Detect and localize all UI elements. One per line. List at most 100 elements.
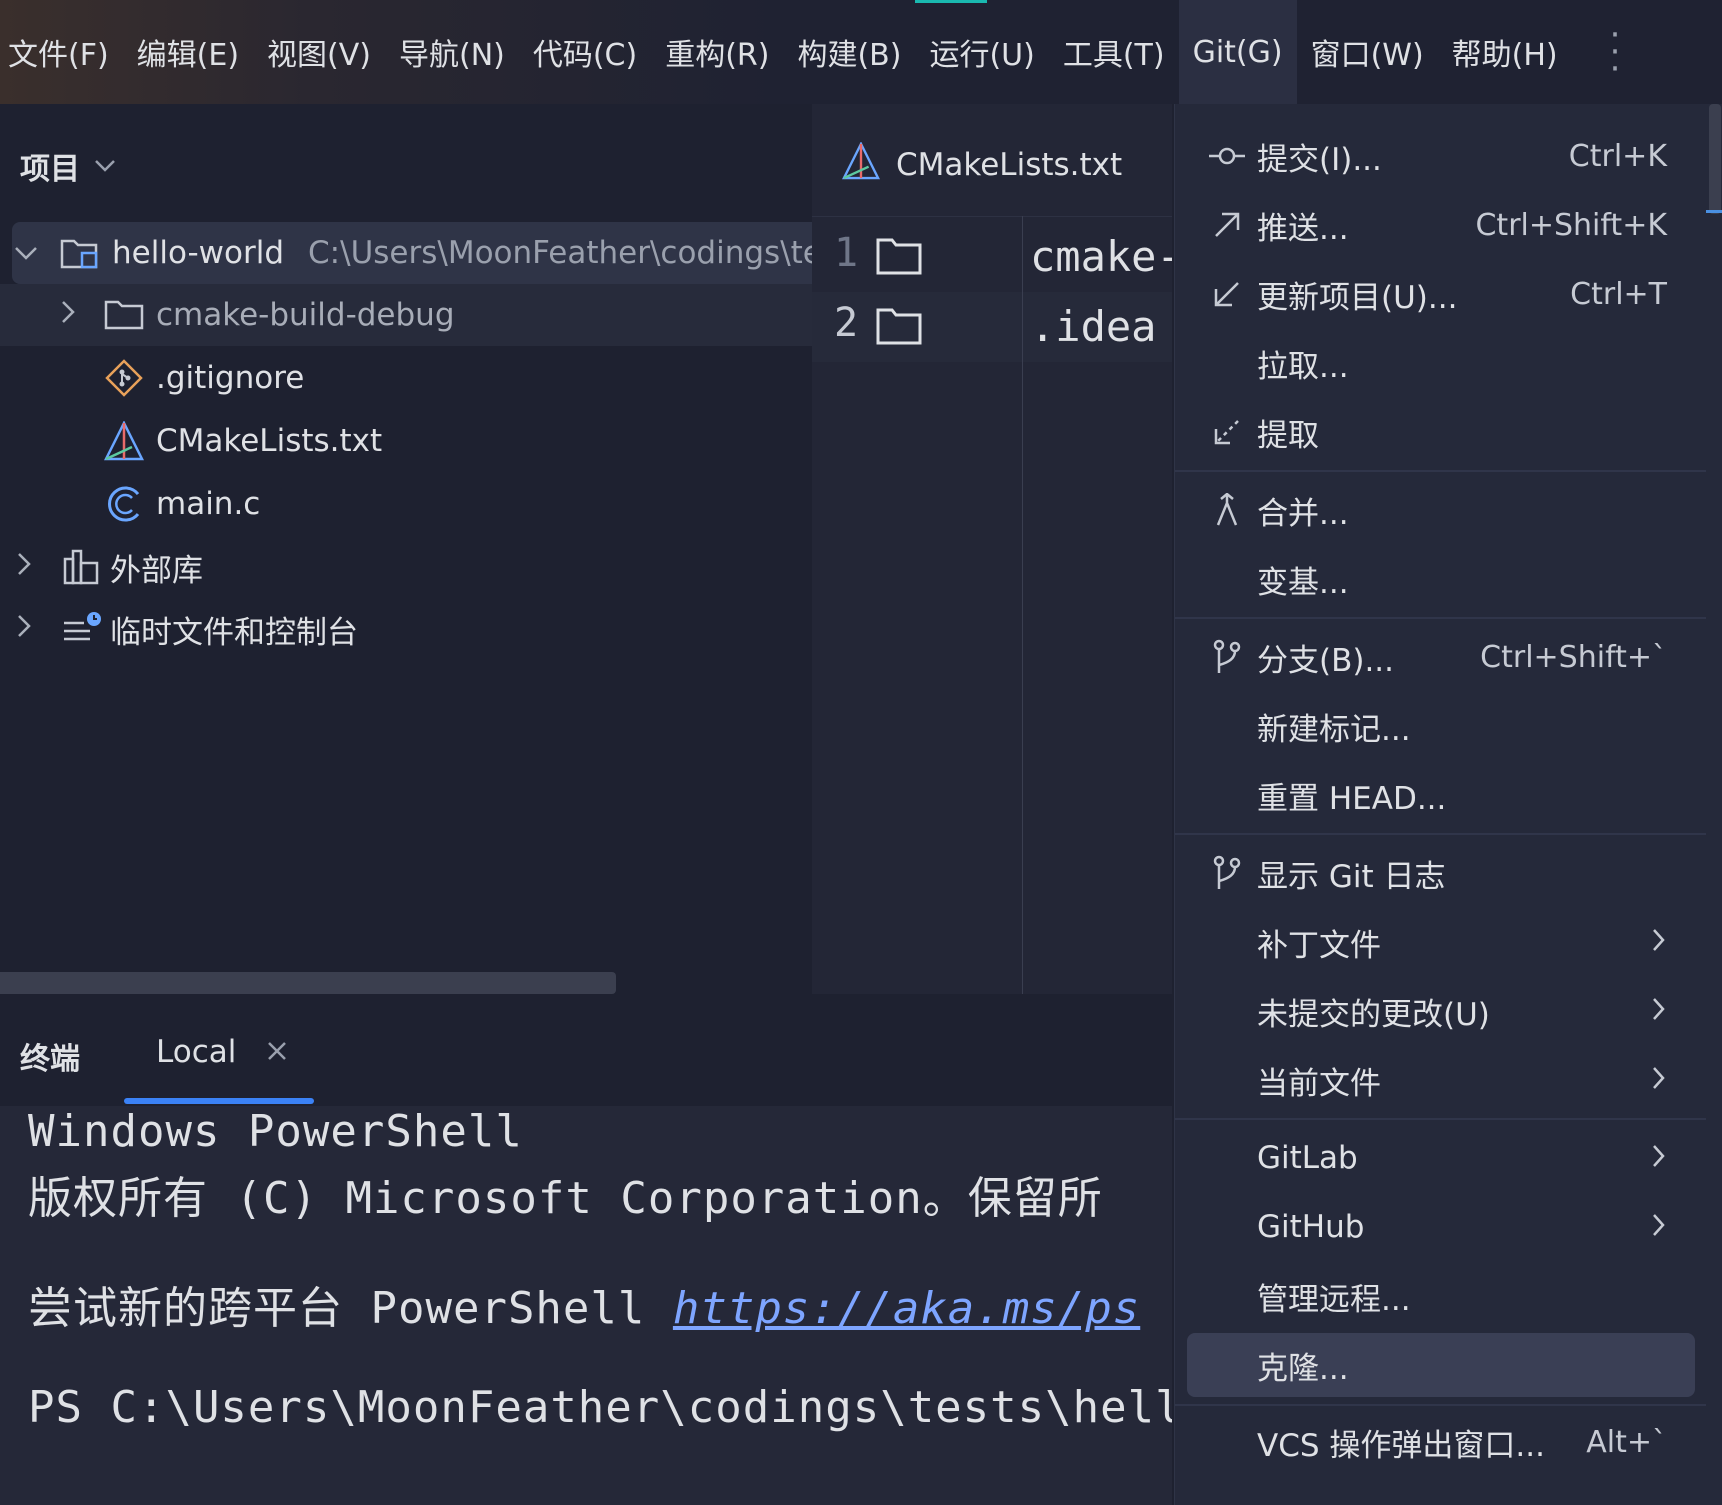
git-menu-show-log[interactable]: 显示 Git 日志 — [1175, 841, 1707, 905]
shortcut-label: Ctrl+T — [1570, 276, 1667, 312]
git-menu-github[interactable]: GitHub — [1175, 1195, 1707, 1259]
tree-item-cmakelists[interactable]: CMakeLists.txt — [0, 410, 812, 472]
chevron-right-icon — [1651, 925, 1665, 960]
git-log-icon — [1207, 853, 1247, 893]
update-icon — [1207, 274, 1247, 314]
git-menu-push[interactable]: 推送... Ctrl+Shift+K — [1175, 193, 1707, 257]
close-icon[interactable] — [266, 1035, 288, 1070]
git-menu-pull[interactable]: 拉取... — [1175, 331, 1707, 395]
terminal-line: 版权所有 (C) Microsoft Corporation。保留所 — [28, 1173, 1103, 1224]
vertical-scrollbar[interactable] — [1706, 104, 1722, 1505]
git-menu-merge[interactable]: 合并... — [1175, 478, 1707, 542]
tree-item-cmake-build-debug[interactable]: cmake-build-debug — [0, 284, 812, 346]
menu-separator — [1175, 470, 1707, 472]
git-menu-branches[interactable]: 分支(B)... Ctrl+Shift+` — [1175, 625, 1707, 689]
menu-view[interactable]: 视图(V) — [253, 0, 385, 104]
git-menu-commit[interactable]: 提交(I)... Ctrl+K — [1175, 124, 1707, 188]
menu-tools[interactable]: 工具(T) — [1049, 0, 1179, 104]
git-menu-manage-remotes[interactable]: 管理远程... — [1175, 1264, 1707, 1328]
terminal-panel: 终端 Local Windows PowerShell 版权所有 (C) Mic… — [0, 994, 1172, 1505]
tree-item-label: main.c — [156, 486, 261, 522]
git-menu-uncommitted-changes[interactable]: 未提交的更改(U) — [1175, 979, 1707, 1043]
git-menu-gitlab[interactable]: GitLab — [1175, 1126, 1707, 1190]
menu-build[interactable]: 构建(B) — [783, 0, 915, 104]
merge-icon — [1207, 490, 1247, 530]
menu-navigate[interactable]: 导航(N) — [385, 0, 519, 104]
folder-icon — [876, 236, 922, 280]
cmake-icon — [104, 421, 144, 461]
c-file-icon — [104, 484, 144, 524]
editor-panel: CMakeLists.txt 1 cmake- 2 .idea — [812, 104, 1172, 994]
menu-help[interactable]: 帮助(H) — [1438, 0, 1572, 104]
chevron-right-icon — [1651, 994, 1665, 1029]
terminal-link[interactable]: https://aka.ms/ps — [673, 1283, 1140, 1334]
chevron-down-icon[interactable] — [14, 239, 38, 267]
git-menu-vcs-popup[interactable]: VCS 操作弹出窗口... Alt+` — [1175, 1410, 1707, 1474]
menu-file[interactable]: 文件(F) — [0, 0, 123, 104]
tree-item-gitignore[interactable]: .gitignore — [0, 347, 812, 409]
chevron-right-icon[interactable] — [60, 300, 76, 330]
menu-edit[interactable]: 编辑(E) — [123, 0, 253, 104]
tree-item-hello-world[interactable]: hello-world C:\Users\MoonFeather\codings\… — [12, 222, 812, 284]
more-vertical-icon[interactable]: · · · — [1610, 18, 1621, 86]
terminal-tab-label: Local — [156, 1034, 237, 1070]
menu-refactor[interactable]: 重构(R) — [651, 0, 783, 104]
menu-separator — [1175, 1404, 1707, 1406]
menu-separator — [1175, 617, 1707, 619]
git-menu-clone[interactable]: 克隆... — [1187, 1333, 1695, 1397]
tree-item-main-c[interactable]: main.c — [0, 473, 812, 535]
folder-icon — [104, 295, 144, 335]
shortcut-label: Ctrl+Shift+K — [1475, 207, 1667, 243]
fetch-icon — [1207, 412, 1247, 452]
git-menu-update-project[interactable]: 更新项目(U)... Ctrl+T — [1175, 262, 1707, 326]
menu-code[interactable]: 代码(C) — [519, 0, 651, 104]
terminal-title: 终端 — [20, 1042, 80, 1077]
git-menu-rebase[interactable]: 变基... — [1175, 547, 1707, 611]
chevron-down-icon[interactable] — [94, 154, 116, 179]
chevron-right-icon[interactable] — [16, 552, 32, 582]
editor-tab-label: CMakeLists.txt — [896, 147, 1123, 183]
tree-item-label: CMakeLists.txt — [156, 423, 383, 459]
horizontal-scrollbar[interactable] — [0, 972, 616, 994]
code-text: .idea — [1030, 302, 1157, 351]
menu-separator — [1175, 1118, 1707, 1120]
tree-item-label: 临时文件和控制台 — [110, 614, 358, 651]
editor-line[interactable]: 1 cmake- — [812, 222, 1172, 292]
terminal-tab-bar: 终端 Local — [0, 994, 1172, 1106]
menu-git[interactable]: Git(G) — [1178, 0, 1297, 104]
terminal-line: Windows PowerShell — [28, 1106, 523, 1157]
line-number: 1 — [834, 230, 859, 276]
line-number: 2 — [834, 300, 859, 346]
menu-window[interactable]: 窗口(W) — [1297, 0, 1438, 104]
shortcut-label: Alt+` — [1586, 1424, 1667, 1460]
branch-icon — [1207, 637, 1247, 677]
terminal-output[interactable]: Windows PowerShell 版权所有 (C) Microsoft Co… — [0, 1106, 1172, 1505]
menu-run[interactable]: 运行(U) — [915, 0, 1048, 104]
tree-item-scratches[interactable]: 临时文件和控制台 — [0, 598, 812, 660]
project-panel-header[interactable]: 项目 — [20, 144, 116, 188]
code-text: cmake- — [1030, 232, 1172, 281]
git-menu-reset-head[interactable]: 重置 HEAD... — [1175, 763, 1707, 827]
chevron-right-icon — [1651, 1141, 1665, 1176]
git-menu-new-tag[interactable]: 新建标记... — [1175, 694, 1707, 758]
git-menu-patch[interactable]: 补丁文件 — [1175, 910, 1707, 974]
project-path: C:\Users\MoonFeather\codings\te — [308, 235, 812, 271]
editor-tab-cmakelists[interactable]: CMakeLists.txt — [841, 141, 1123, 188]
editor-tab-bar: CMakeLists.txt — [812, 104, 1172, 217]
git-menu-fetch[interactable]: 提取 — [1175, 400, 1707, 464]
tree-item-external-libraries[interactable]: 外部库 — [0, 536, 812, 598]
chevron-right-icon[interactable] — [16, 614, 32, 644]
menu-bar: 文件(F) 编辑(E) 视图(V) 导航(N) 代码(C) 重构(R) 构建(B… — [0, 0, 1722, 104]
terminal-tab-local[interactable]: Local — [156, 1034, 288, 1070]
project-panel: 项目 hello-world C:\Users\MoonFeather\codin… — [0, 104, 812, 994]
shortcut-label: Ctrl+Shift+` — [1480, 639, 1667, 675]
gutter-divider — [1022, 216, 1023, 994]
git-menu-current-file[interactable]: 当前文件 — [1175, 1048, 1707, 1112]
project-folder-icon — [60, 233, 100, 273]
editor-line[interactable]: 2 .idea — [812, 292, 1172, 362]
scratch-icon — [62, 609, 102, 649]
scrollbar-thumb[interactable] — [1709, 104, 1721, 214]
cmake-icon — [841, 141, 881, 188]
terminal-text: 尝试新的跨平台 PowerShell — [28, 1283, 673, 1334]
chevron-right-icon — [1651, 1210, 1665, 1245]
